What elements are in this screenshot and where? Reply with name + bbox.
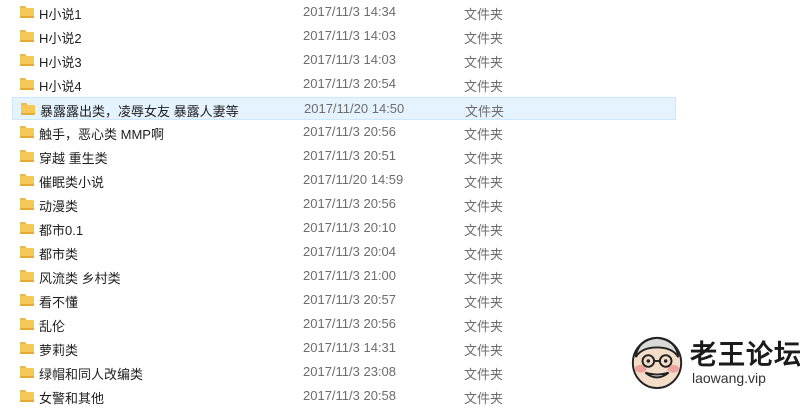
file-name: 动漫类 xyxy=(39,199,79,214)
file-type: 文件夹 xyxy=(464,271,504,286)
folder-icon xyxy=(20,54,34,66)
file-modified-date: 2017/11/3 20:56 xyxy=(303,124,397,139)
file-name: 女警和其他 xyxy=(39,391,105,406)
file-row[interactable]: 都市类 2017/11/3 20:04 文件夹 xyxy=(12,241,676,264)
folder-icon xyxy=(20,174,34,186)
file-type: 文件夹 xyxy=(464,199,504,214)
file-name: H小说2 xyxy=(39,31,82,46)
folder-icon xyxy=(20,30,34,42)
folder-icon xyxy=(20,390,34,402)
folder-icon xyxy=(20,198,34,210)
file-type: 文件夹 xyxy=(464,367,504,382)
file-name: H小说3 xyxy=(39,55,82,70)
file-row[interactable]: H小说2 2017/11/3 14:03 文件夹 xyxy=(12,25,676,48)
file-name: 都市0.1 xyxy=(39,223,84,238)
file-modified-date: 2017/11/3 14:31 xyxy=(303,340,397,355)
file-modified-date: 2017/11/3 21:00 xyxy=(303,268,397,283)
file-row[interactable]: 萝莉类 2017/11/3 14:31 文件夹 xyxy=(12,337,676,360)
file-name: H小说1 xyxy=(39,7,82,22)
file-row[interactable]: 催眠类小说 2017/11/20 14:59 文件夹 xyxy=(12,169,676,192)
file-type: 文件夹 xyxy=(464,31,504,46)
watermark-title: 老王论坛 xyxy=(690,340,800,370)
folder-icon xyxy=(20,270,34,282)
file-row[interactable]: H小说4 2017/11/3 20:54 文件夹 xyxy=(12,73,676,96)
file-name: 穿越 重生类 xyxy=(39,151,108,166)
folder-icon xyxy=(20,342,34,354)
file-name: 看不懂 xyxy=(39,295,79,310)
file-modified-date: 2017/11/3 14:34 xyxy=(303,4,397,19)
file-row[interactable]: 都市0.1 2017/11/3 20:10 文件夹 xyxy=(12,217,676,240)
file-modified-date: 2017/11/3 20:51 xyxy=(303,148,397,163)
folder-icon xyxy=(20,246,34,258)
file-modified-date: 2017/11/20 14:50 xyxy=(304,101,405,116)
file-modified-date: 2017/11/3 20:04 xyxy=(303,244,397,259)
file-type: 文件夹 xyxy=(464,223,504,238)
file-type: 文件夹 xyxy=(464,79,504,94)
folder-icon xyxy=(20,222,34,234)
file-type: 文件夹 xyxy=(464,247,504,262)
file-row[interactable]: H小说3 2017/11/3 14:03 文件夹 xyxy=(12,49,676,72)
file-modified-date: 2017/11/3 20:58 xyxy=(303,388,397,403)
file-row[interactable]: 暴露露出类，凌辱女友 暴露人妻等 2017/11/20 14:50 文件夹 xyxy=(12,97,676,120)
file-type: 文件夹 xyxy=(464,343,504,358)
file-row[interactable]: 绿帽和同人改编类 2017/11/3 23:08 文件夹 xyxy=(12,361,676,384)
file-type: 文件夹 xyxy=(464,295,504,310)
file-modified-date: 2017/11/3 20:54 xyxy=(303,76,397,91)
file-row[interactable]: 看不懂 2017/11/3 20:57 文件夹 xyxy=(12,289,676,312)
file-type: 文件夹 xyxy=(464,55,504,70)
file-name: 催眠类小说 xyxy=(39,175,105,190)
file-type: 文件夹 xyxy=(464,391,504,406)
file-row[interactable]: 穿越 重生类 2017/11/3 20:51 文件夹 xyxy=(12,145,676,168)
file-modified-date: 2017/11/3 20:56 xyxy=(303,316,397,331)
folder-icon xyxy=(20,294,34,306)
folder-icon xyxy=(20,366,34,378)
folder-icon xyxy=(20,150,34,162)
file-row[interactable]: 触手，恶心类 MMP啊 2017/11/3 20:56 文件夹 xyxy=(12,121,676,144)
folder-icon xyxy=(20,126,34,138)
watermark-logo: 老王论坛 laowang.vip xyxy=(622,325,800,395)
folder-icon xyxy=(20,78,34,90)
file-name: 绿帽和同人改编类 xyxy=(39,367,144,382)
file-modified-date: 2017/11/3 14:03 xyxy=(303,52,397,67)
file-type: 文件夹 xyxy=(464,175,504,190)
file-row[interactable]: 女警和其他 2017/11/3 20:58 文件夹 xyxy=(12,385,676,408)
watermark-url: laowang.vip xyxy=(692,370,766,386)
file-name: H小说4 xyxy=(39,79,82,94)
folder-icon xyxy=(21,103,35,115)
file-modified-date: 2017/11/3 14:03 xyxy=(303,28,397,43)
file-modified-date: 2017/11/3 20:56 xyxy=(303,196,397,211)
file-modified-date: 2017/11/3 20:57 xyxy=(303,292,397,307)
file-name: 风流类 乡村类 xyxy=(39,271,121,286)
file-name: 萝莉类 xyxy=(39,343,79,358)
file-type: 文件夹 xyxy=(464,319,504,334)
file-name: 暴露露出类，凌辱女友 暴露人妻等 xyxy=(40,104,239,119)
file-name: 都市类 xyxy=(39,247,79,262)
file-name: 触手，恶心类 MMP啊 xyxy=(39,127,164,142)
file-modified-date: 2017/11/20 14:59 xyxy=(303,172,404,187)
old-man-face-icon xyxy=(631,336,683,390)
file-row[interactable]: 动漫类 2017/11/3 20:56 文件夹 xyxy=(12,193,676,216)
file-modified-date: 2017/11/3 20:10 xyxy=(303,220,397,235)
folder-icon xyxy=(20,318,34,330)
file-type: 文件夹 xyxy=(464,151,504,166)
file-row[interactable]: 风流类 乡村类 2017/11/3 21:00 文件夹 xyxy=(12,265,676,288)
file-type: 文件夹 xyxy=(464,127,504,142)
file-row[interactable]: 乱伦 2017/11/3 20:56 文件夹 xyxy=(12,313,676,336)
file-type: 文件夹 xyxy=(465,104,505,119)
file-modified-date: 2017/11/3 23:08 xyxy=(303,364,397,379)
file-row[interactable]: H小说1 2017/11/3 14:34 文件夹 xyxy=(12,1,676,24)
file-type: 文件夹 xyxy=(464,7,504,22)
folder-icon xyxy=(20,6,34,18)
file-name: 乱伦 xyxy=(39,319,66,334)
